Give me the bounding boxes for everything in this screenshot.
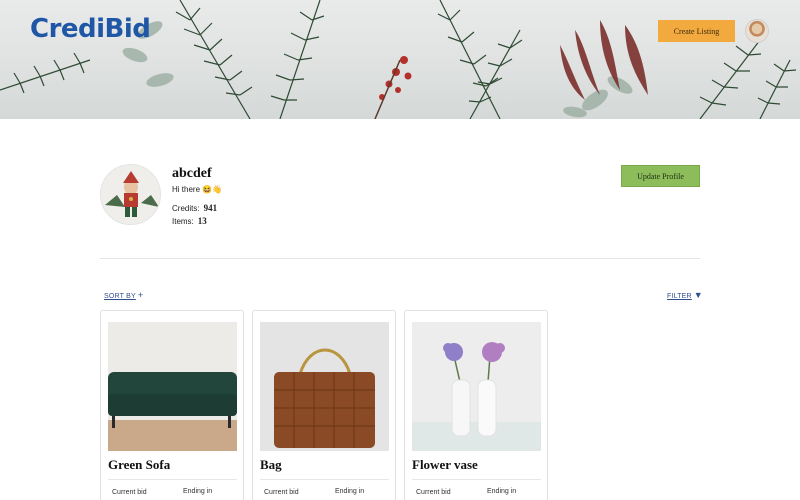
listing-title: Green Sofa	[108, 457, 171, 472]
listing-image	[108, 322, 237, 451]
items-value: 13	[197, 216, 207, 226]
elf-figurine-image	[101, 165, 160, 224]
listing-title: Flower vase	[412, 457, 478, 472]
listing-title: Bag	[260, 457, 282, 472]
credits-value: 941	[203, 203, 218, 213]
items-stat: Items: 13	[172, 216, 207, 226]
create-listing-button[interactable]: Create Listing	[658, 20, 735, 42]
sort-by-label[interactable]: SORT BY	[104, 293, 136, 300]
credibid-logo[interactable]: CrediBid	[30, 14, 151, 44]
flower-vase-image	[412, 322, 541, 451]
funnel-icon: ▼	[693, 290, 703, 300]
profile-username: abcdef	[172, 166, 212, 181]
profile-bio: Hi there 😆👋	[172, 185, 223, 194]
filter-label[interactable]: FILTER	[667, 293, 692, 300]
current-bid-label: Current bid	[416, 489, 451, 496]
user-avatar[interactable]	[745, 19, 769, 43]
section-divider	[100, 258, 700, 259]
update-profile-button[interactable]: Update Profile	[621, 165, 700, 187]
card-divider	[260, 479, 389, 480]
listing-card[interactable]: Bag Current bid Ending in	[252, 310, 396, 500]
listing-card[interactable]: Green Sofa Current bid Ending in	[100, 310, 244, 500]
listing-card[interactable]: Flower vase Current bid Ending in	[404, 310, 548, 500]
profile-avatar	[100, 164, 161, 225]
current-bid-label: Current bid	[112, 489, 147, 496]
credits-stat: Credits: 941	[172, 203, 217, 213]
card-divider	[108, 479, 237, 480]
listing-image	[412, 322, 541, 451]
header-banner: CrediBid Create Listing	[0, 0, 800, 119]
items-label: Items:	[172, 217, 194, 226]
filter-link[interactable]: FILTER ▼	[667, 290, 703, 300]
green-sofa-image	[108, 322, 237, 451]
ending-in-label: Ending in	[487, 488, 517, 495]
leather-bag-image	[260, 322, 389, 451]
credits-label: Credits:	[172, 204, 200, 213]
ending-in-label: Ending in	[183, 488, 213, 495]
plus-icon: +	[137, 290, 144, 300]
card-divider	[412, 479, 541, 480]
listing-image	[260, 322, 389, 451]
current-bid-label: Current bid	[264, 489, 299, 496]
ending-in-label: Ending in	[335, 488, 365, 495]
sort-by-link[interactable]: SORT BY +	[104, 290, 143, 300]
